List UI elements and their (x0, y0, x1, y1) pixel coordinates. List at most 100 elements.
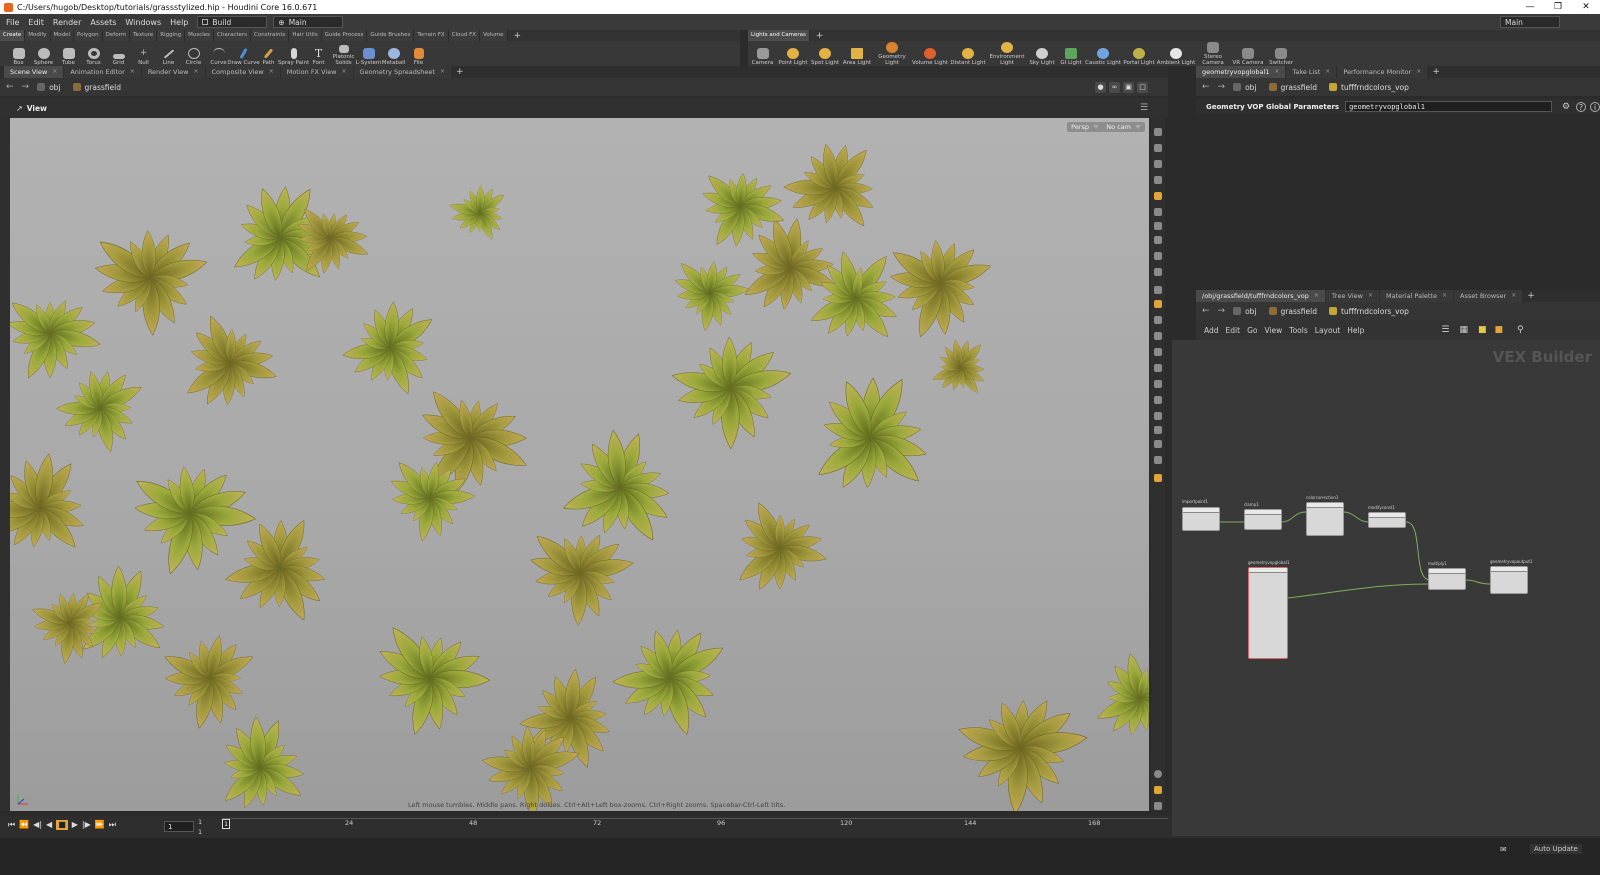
shelf-tab[interactable]: Constraints (251, 30, 290, 41)
node-multiply[interactable] (1428, 568, 1466, 590)
tool-vr-camera[interactable]: VR Camera (1231, 41, 1265, 66)
pin-icon[interactable]: ● (1095, 81, 1106, 93)
forward-arrow-icon[interactable]: → (22, 82, 30, 92)
zoom-icon[interactable]: ⚲ (1517, 325, 1524, 335)
jump-end-icon[interactable]: ⏭ (109, 820, 116, 830)
tool-portal-light[interactable]: Portal Light (1121, 41, 1157, 66)
persp-menu[interactable]: Persp (1067, 122, 1103, 132)
tool-grid[interactable]: Grid (106, 41, 131, 66)
tool-l-system[interactable]: L-System (356, 41, 381, 66)
tab-scene-view[interactable]: Scene View × (4, 66, 64, 78)
menu-view[interactable]: View (1264, 326, 1282, 335)
menu-tools[interactable]: Tools (1289, 326, 1307, 335)
dot-icon[interactable] (1154, 286, 1162, 294)
tool-geometry-light[interactable]: Geometry Light (873, 41, 911, 66)
menu-assets[interactable]: Assets (90, 18, 116, 27)
tab-render-view[interactable]: Render View × (141, 66, 205, 78)
node-geometryvopglobal[interactable] (1248, 567, 1288, 659)
menu-add[interactable]: Add (1204, 326, 1219, 335)
current-frame-field[interactable] (164, 821, 194, 832)
list-view-icon[interactable]: ☰ (1441, 325, 1449, 335)
tool-null[interactable]: + Null (131, 41, 156, 66)
snapshot-icon[interactable]: ▣ (1123, 81, 1134, 93)
gear-icon[interactable]: ⚙ (1562, 102, 1570, 112)
lock-icon[interactable] (1154, 160, 1162, 168)
close-tab-icon[interactable]: × (1442, 290, 1447, 302)
select-mode-icon[interactable] (1154, 128, 1162, 136)
menu-windows[interactable]: Windows (125, 18, 161, 27)
prev-key-icon[interactable]: ⏪ (19, 820, 29, 830)
add-pane-tab-icon[interactable]: + (1527, 291, 1535, 301)
tool-box[interactable]: Box (6, 41, 31, 66)
shading-icon[interactable] (1154, 192, 1162, 200)
shelf-tab[interactable]: Modify (25, 30, 51, 41)
add-pane-tab-icon[interactable]: + (1432, 67, 1440, 77)
tool-area-light[interactable]: Area Light (841, 41, 873, 66)
menu-go[interactable]: Go (1247, 326, 1257, 335)
tool-caustic-light[interactable]: Caustic Light (1085, 41, 1121, 66)
sticky-note-icon[interactable]: ■ (1478, 325, 1487, 335)
step-forward-icon[interactable]: |▶ (82, 820, 91, 830)
ambient-icon[interactable] (1154, 236, 1162, 244)
tool-font[interactable]: T Font (306, 41, 331, 66)
shelf-tab[interactable]: Deform (102, 30, 131, 41)
tool-sky-light[interactable]: Sky Light (1027, 41, 1057, 66)
tag-icon[interactable] (1154, 474, 1162, 482)
network-context-select[interactable]: ⊕ Main (273, 16, 344, 28)
play-reverse-icon[interactable]: ◀ (46, 820, 52, 830)
shelf-tab[interactable]: Polygon (74, 30, 103, 41)
breadcrumb-grassfield[interactable]: grassfield (1268, 83, 1317, 92)
close-tab-icon[interactable]: × (342, 66, 347, 78)
view-arrow-icon[interactable]: ↗ (16, 104, 23, 113)
network-editor[interactable]: VEX Builder importpoint1 clamp1 colorcor… (1172, 340, 1600, 836)
light-icon[interactable] (1154, 208, 1162, 216)
tab-geometry-spreadsheet[interactable]: Geometry Spreadsheet × (353, 66, 451, 78)
tool-circle[interactable]: Circle (181, 41, 206, 66)
back-arrow-icon[interactable]: ← (1202, 82, 1210, 92)
back-arrow-icon[interactable]: ← (6, 82, 14, 92)
tab-parameters[interactable]: geometryvopglobal1 × (1196, 66, 1286, 78)
shelf-tab[interactable]: Cloud FX (448, 30, 481, 41)
headlight-icon[interactable] (1154, 222, 1162, 230)
ghost-icon[interactable] (1154, 144, 1162, 152)
tool-sphere[interactable]: Sphere (31, 41, 56, 66)
breadcrumb-grassfield[interactable]: grassfield (72, 83, 121, 92)
close-tab-icon[interactable]: × (1511, 290, 1516, 302)
node-geometryvopoutput[interactable] (1490, 566, 1528, 594)
breadcrumb-obj[interactable]: obj (37, 83, 61, 92)
close-tab-icon[interactable]: × (440, 66, 445, 78)
tool-platonic-solids[interactable]: Platonic Solids (331, 41, 356, 66)
shelf-tab[interactable]: Terrain FX (414, 30, 449, 41)
close-tab-icon[interactable]: × (1314, 290, 1319, 302)
frame-cursor[interactable]: 1 (222, 819, 231, 829)
close-tab-icon[interactable]: × (1325, 66, 1330, 78)
shelf-tab[interactable]: Hair Utils (289, 30, 322, 41)
tool-point-light[interactable]: Point Light (777, 41, 809, 66)
shelf-tab[interactable]: Muscles (185, 30, 214, 41)
close-tab-icon[interactable]: × (1416, 66, 1421, 78)
camera-menu[interactable]: No cam (1102, 122, 1145, 132)
screenshot-icon[interactable] (1154, 802, 1162, 810)
tile-view-icon[interactable]: ▦ (1459, 325, 1468, 335)
network-box-icon[interactable]: ■ (1494, 325, 1503, 335)
tool-spot-light[interactable]: Spot Light (809, 41, 841, 66)
info-icon[interactable] (1154, 770, 1162, 778)
image-icon[interactable] (1154, 456, 1162, 464)
jump-start-icon[interactable]: ⏮ (8, 820, 15, 830)
3d-viewport[interactable]: Persp No cam Left mouse tumbles. Middle … (10, 118, 1149, 811)
step-back-icon[interactable]: ◀| (33, 820, 42, 830)
menu-help[interactable]: Help (170, 18, 188, 27)
tool-draw-curve[interactable]: Draw Curve (227, 41, 260, 66)
tab-performance-monitor[interactable]: Performance Monitor × (1337, 66, 1428, 78)
tool-ambient-light[interactable]: Ambient Light (1157, 41, 1195, 66)
brush-icon[interactable] (1154, 316, 1162, 324)
grid-icon[interactable] (1154, 348, 1162, 356)
tab-motion-fx-view[interactable]: Motion FX View × (280, 66, 353, 78)
close-tab-icon[interactable]: × (1368, 290, 1373, 302)
tab-material-palette[interactable]: Material Palette × (1380, 290, 1454, 302)
restore-icon[interactable]: ❐ (1544, 0, 1572, 14)
tool-volume-light[interactable]: Volume Light (911, 41, 949, 66)
close-icon[interactable]: ✕ (1572, 0, 1600, 14)
add-pane-tab-icon[interactable]: + (456, 67, 464, 77)
desktop-select[interactable]: Build (197, 16, 268, 28)
